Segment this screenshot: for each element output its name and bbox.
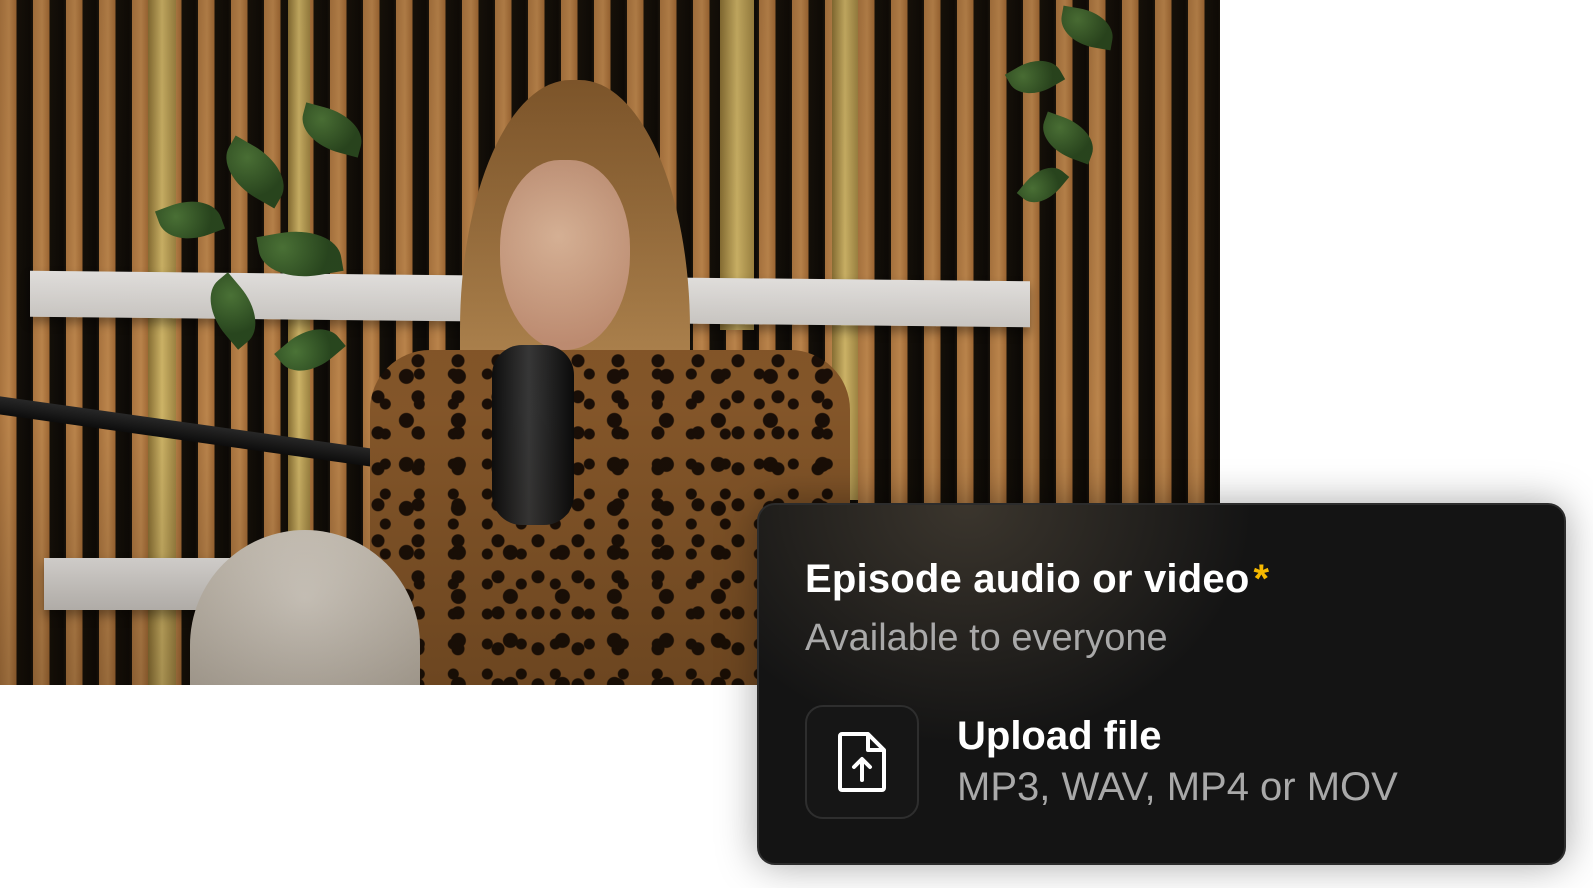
file-upload-icon xyxy=(838,732,886,792)
page: Episode audio or video * Available to eve… xyxy=(0,0,1593,888)
upload-icon-box[interactable] xyxy=(805,705,919,819)
upload-text: Upload file MP3, WAV, MP4 or MOV xyxy=(957,714,1398,810)
episode-upload-card: Episode audio or video * Available to eve… xyxy=(757,503,1566,865)
required-marker: * xyxy=(1253,557,1270,601)
field-subtitle: Available to everyone xyxy=(805,617,1168,659)
upload-label: Upload file xyxy=(957,714,1162,758)
upload-formats: MP3, WAV, MP4 or MOV xyxy=(957,765,1398,809)
upload-file-button[interactable]: Upload file MP3, WAV, MP4 or MOV xyxy=(805,705,1398,819)
field-title-text: Episode audio or video xyxy=(805,557,1250,601)
field-title: Episode audio or video * xyxy=(805,557,1269,602)
